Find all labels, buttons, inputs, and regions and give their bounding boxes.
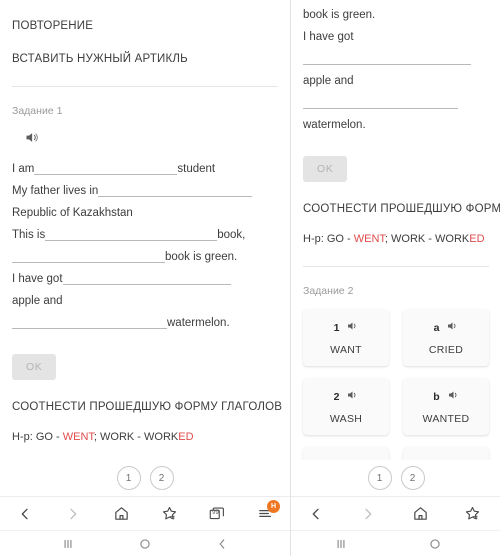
gapfill-blank-4[interactable] [12,248,165,263]
menu-badge: H [267,499,280,513]
card-word: CRIED [428,344,464,356]
divider-2 [303,266,489,267]
forward-icon[interactable] [357,503,379,525]
hint-accent-ed: ED [178,431,194,443]
exercise-2-title: СООТНЕСТИ ПРОШЕДШУЮ ФОРМУ ГЛАГОЛОВ [303,203,500,215]
forward-icon[interactable] [62,503,84,525]
gapfill-text-4: Republic of Kazakhstan [12,207,133,219]
gapfill-text-2: student [177,163,216,175]
gapfill-text-3: My father lives in [12,185,99,197]
hint-accent-went: WENT [62,431,94,443]
gapfill-text-5: This is [12,229,46,241]
browser-toolbar: 99 [291,496,500,530]
task-1-label: Задание 1 [12,105,63,117]
gapfill-text-10: watermelon. [167,317,230,329]
card-word: WANTED [422,413,470,425]
tabs-icon[interactable]: 99 [206,503,228,525]
gapfill-exercise: I amstudentMy father lives inRepublic of… [303,0,489,136]
card-word: WASH [329,413,363,425]
ok-button[interactable]: OK [12,354,57,380]
card-key: a [433,322,440,334]
right-pane-content: ПОВТОРЕНИЕ ВСТАВИТЬ НУЖНЫЙ АРТИКЛЬ Задан… [291,0,500,496]
gapfill-text-1: I am [12,163,35,175]
card-header: 2 [334,388,359,406]
gapfill-blank-6[interactable] [303,94,458,109]
gapfill-text-8: I have got [303,31,354,43]
card-header: a [434,319,459,337]
card-word: WANT [330,344,362,356]
bookmark-star-icon[interactable] [461,503,483,525]
card-header: 1 [334,319,359,337]
speaker-icon[interactable] [346,319,358,337]
match-card[interactable]: 2 WASH [303,378,389,435]
page-title: ПОВТОРЕНИЕ [12,20,94,32]
right-pane: ПОВТОРЕНИЕ ВСТАВИТЬ НУЖНЫЙ АРТИКЛЬ Задан… [291,0,500,556]
lesson-body: ПОВТОРЕНИЕ ВСТАВИТЬ НУЖНЫЙ АРТИКЛЬ Задан… [0,20,290,496]
split-screen-root: ПОВТОРЕНИЕ ВСТАВИТЬ НУЖНЫЙ АРТИКЛЬ Задан… [0,0,500,556]
pagination: 1 2 [0,460,290,496]
speaker-icon[interactable] [446,319,458,337]
home-circle-icon[interactable] [135,534,155,554]
system-nav-bar [291,530,500,556]
home-circle-icon[interactable] [425,534,445,554]
pagination: 1 2 [291,460,500,496]
back-icon[interactable] [305,503,327,525]
task-2-label: Задание 2 [303,285,354,297]
hint-middle: ; WORK - WORK [384,233,470,245]
match-card[interactable]: b WANTED [403,378,489,435]
speaker-icon[interactable] [24,130,39,145]
card-header: b [433,388,458,406]
left-pane: ПОВТОРЕНИЕ ВСТАВИТЬ НУЖНЫЙ АРТИКЛЬ Задан… [0,0,291,556]
menu-icon[interactable]: H [254,499,280,525]
gapfill-blank-3[interactable] [45,226,218,241]
page-button-1[interactable]: 1 [116,466,141,490]
back-chevron-icon[interactable] [212,534,232,554]
hint-prefix: H-p: GO - [303,233,354,245]
divider [12,86,278,87]
hint-middle: ; WORK - WORK [93,431,179,443]
exercise-2-hint: H-p: GO - WENT; WORK - WORKED [303,233,489,245]
bookmark-star-icon[interactable] [158,503,180,525]
exercise-2-title: СООТНЕСТИ ПРОШЕДШУЮ ФОРМУ ГЛАГОЛОВ [12,401,283,413]
lesson-subtitle: ВСТАВИТЬ НУЖНЫЙ АРТИКЛЬ [12,53,188,65]
browser-toolbar: 99 H [0,496,290,530]
gapfill-text-9: apple and [303,75,354,87]
hint-accent-went: WENT [353,233,385,245]
home-icon[interactable] [409,503,431,525]
page-button-2[interactable]: 2 [400,466,425,490]
gapfill-text-8: I have got [12,273,63,285]
gapfill-text-6: book, [217,229,246,241]
card-key: 2 [333,391,340,403]
gapfill-blank-1[interactable] [34,160,178,175]
gapfill-text-7: book is green. [165,251,238,263]
hint-prefix: H-p: GO - [12,431,63,443]
exercise-2-hint: H-p: GO - WENT; WORK - WORKED [12,431,278,443]
page-button-2[interactable]: 2 [149,466,174,490]
gapfill-text-7: book is green. [303,9,376,21]
left-pane-content: ПОВТОРЕНИЕ ВСТАВИТЬ НУЖНЫЙ АРТИКЛЬ Задан… [0,0,290,496]
match-card[interactable]: 1 WANT [303,309,389,366]
gapfill-text-9: apple and [12,295,63,307]
hint-accent-ed: ED [469,233,485,245]
home-icon[interactable] [110,503,132,525]
back-icon[interactable] [14,503,36,525]
recents-icon[interactable] [331,534,351,554]
system-nav-bar [0,530,290,556]
match-card[interactable]: a CRIED [403,309,489,366]
ok-button[interactable]: OK [303,156,348,182]
recents-icon[interactable] [58,534,78,554]
card-key: 1 [333,322,340,334]
gapfill-exercise: I am student My father lives in Republic of… [12,158,278,334]
gapfill-blank-6[interactable] [12,314,167,329]
speaker-icon[interactable] [346,388,358,406]
speaker-icon[interactable] [447,388,459,406]
gapfill-blank-5[interactable] [303,50,471,65]
gapfill-text-10: watermelon. [303,119,366,131]
card-key: b [433,391,440,403]
gapfill-blank-5[interactable] [62,270,231,285]
lesson-body-duplicate: ПОВТОРЕНИЕ ВСТАВИТЬ НУЖНЫЙ АРТИКЛЬ Задан… [291,0,500,496]
gapfill-blank-2[interactable] [98,182,253,197]
page-button-1[interactable]: 1 [367,466,392,490]
